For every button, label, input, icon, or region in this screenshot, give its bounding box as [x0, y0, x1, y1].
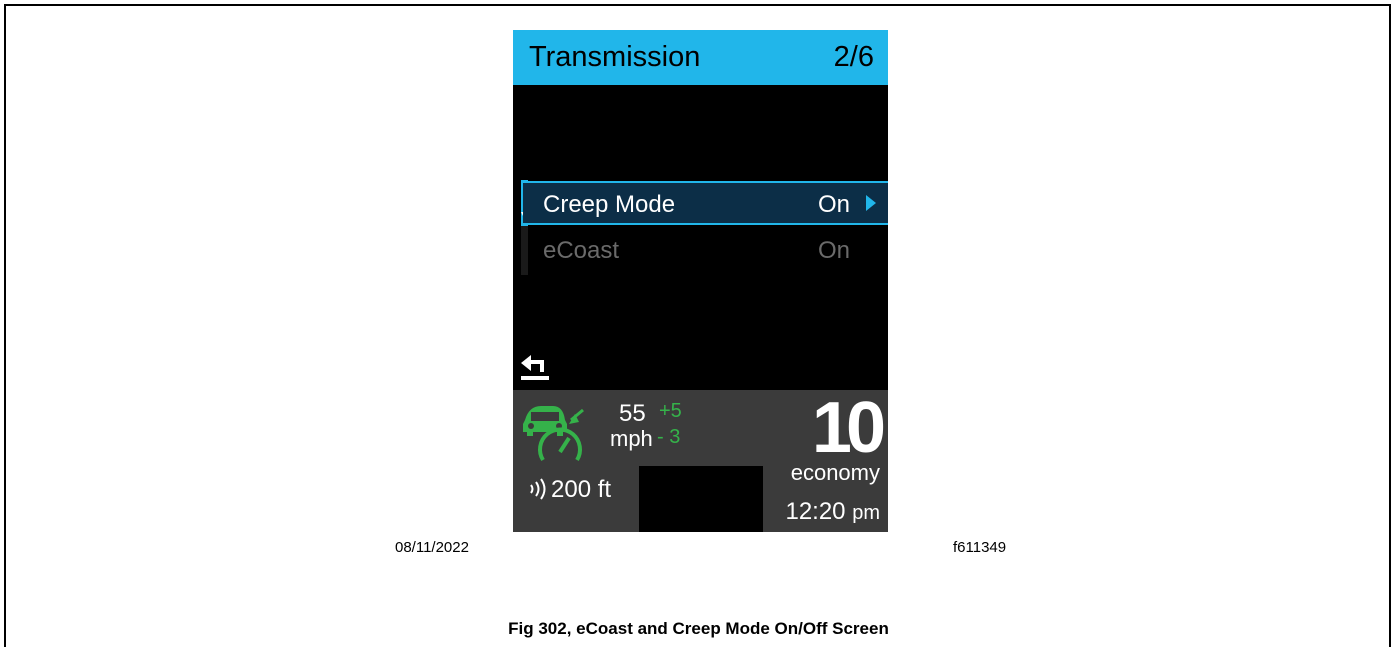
screen-header: Transmission 2/6: [513, 30, 888, 85]
following-distance-value: 200 ft: [551, 476, 612, 503]
figure-date: 08/11/2022: [395, 539, 469, 556]
clock: 12:20 pm: [785, 498, 880, 526]
adaptive-cruise-icon: [523, 406, 584, 462]
speed-delta-up: +5: [659, 400, 682, 422]
speed-unit: mph: [610, 426, 653, 451]
gear-mode: economy: [790, 460, 880, 485]
set-speed: 55: [619, 400, 646, 427]
menu-item-ecoast[interactable]: eCoast On: [523, 229, 888, 273]
menu-item-label: eCoast: [543, 237, 620, 264]
menu-item-value: On: [817, 191, 850, 218]
blank-panel: [639, 466, 763, 532]
distance-signal-icon: [530, 478, 546, 500]
back-arrow-icon[interactable]: [518, 352, 552, 382]
clock-suffix: pm: [852, 502, 880, 524]
following-distance: 200 ft: [527, 476, 611, 504]
status-bar: 55 mph +5 - 3 10 economy 200 ft 12:20 pm: [513, 390, 888, 532]
menu-item-label: Creep Mode: [543, 191, 676, 218]
gear-indicator: 10: [811, 388, 886, 468]
instrument-display: Transmission 2/6 Creep Mode On eCoast On…: [513, 30, 888, 532]
figure-id: f611349: [953, 539, 1007, 556]
screen-title: Transmission: [529, 41, 701, 73]
speed-delta-down: - 3: [657, 426, 681, 448]
page-indicator: 2/6: [833, 41, 874, 73]
menu-item-value: On: [817, 237, 850, 264]
figure-caption: Fig 302, eCoast and Creep Mode On/Off Sc…: [508, 619, 889, 638]
chevron-right-icon: [866, 195, 876, 211]
menu-item-creep-mode[interactable]: Creep Mode On: [523, 181, 888, 225]
clock-time: 12:20: [785, 498, 846, 525]
